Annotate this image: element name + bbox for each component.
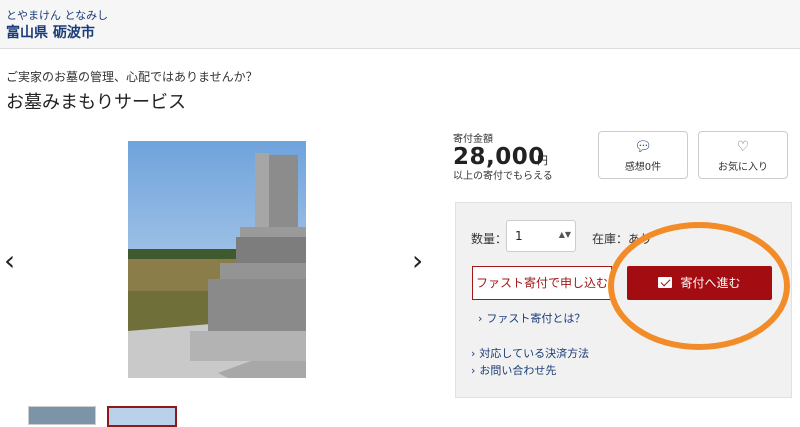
contact-link[interactable]: › お問い合わせ先	[471, 362, 556, 378]
price-label: 寄付金額	[453, 134, 493, 145]
payment-methods-link[interactable]: › 対応している決済方法	[471, 345, 589, 361]
envelope-icon	[658, 277, 673, 288]
gallery-prev-icon[interactable]: ‹	[4, 247, 15, 275]
heart-icon: ♡	[736, 139, 750, 155]
quantity-label: 数量：	[471, 232, 508, 246]
product-subtitle: ご実家のお墓の管理、心配ではありませんか？	[6, 70, 258, 84]
municipality-name[interactable]: 富山県 砺波市	[6, 22, 95, 42]
gallery-thumbnail-selected[interactable]	[107, 406, 177, 427]
speech-bubble-icon: 💬︎	[634, 139, 652, 155]
proceed-donation-button[interactable]: 寄付へ進む	[627, 266, 772, 300]
stock-status: 在庫：あり	[592, 232, 653, 246]
favorite-button[interactable]: ♡ お気に入り	[698, 131, 788, 179]
municipality-kana: とやまけん となみし	[6, 9, 109, 22]
price-unit: 円	[537, 154, 548, 167]
payment-methods-label: 対応している決済方法	[479, 347, 590, 360]
chevron-right-icon: ›	[478, 312, 483, 325]
proceed-donation-label: 寄付へ進む	[680, 276, 741, 290]
chevron-right-icon: ›	[471, 364, 476, 377]
gallery-next-icon[interactable]: ›	[412, 247, 423, 275]
price-note: 以上の寄付でもらえる	[453, 171, 553, 182]
favorite-label: お気に入り	[718, 162, 768, 173]
chevron-right-icon: ›	[471, 347, 476, 360]
reviews-label: 感想0件	[624, 162, 662, 173]
quantity-value: 1	[515, 229, 523, 243]
fast-donation-info-label: ファスト寄付とは？	[486, 312, 586, 325]
gallery-thumbnail[interactable]	[28, 406, 96, 425]
stepper-icon: ▲▼	[558, 230, 571, 239]
quantity-select[interactable]: 1 ▲▼	[506, 220, 576, 252]
fast-donation-button[interactable]: ファスト寄付で申し込む	[472, 266, 612, 300]
product-title: お墓みまもりサービス	[6, 92, 186, 113]
contact-label: お問い合わせ先	[479, 364, 557, 377]
reviews-button[interactable]: 💬︎ 感想0件	[598, 131, 688, 179]
municipality-header: とやまけん となみし 富山県 砺波市	[0, 0, 800, 49]
fast-donation-info-link[interactable]: › ファスト寄付とは？	[478, 310, 585, 326]
product-photo	[128, 141, 306, 378]
